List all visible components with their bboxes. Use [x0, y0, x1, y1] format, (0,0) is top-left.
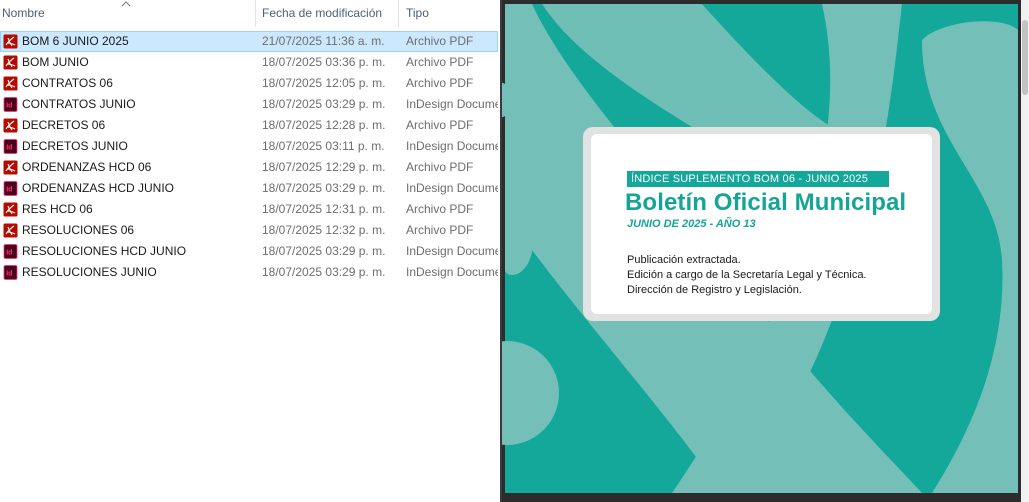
file-type: InDesign Document	[406, 265, 498, 279]
file-type: Archivo PDF	[406, 55, 474, 69]
file-type: Archivo PDF	[406, 76, 474, 90]
file-modified-date: 18/07/2025 12:29 p. m.	[262, 160, 386, 174]
file-type: Archivo PDF	[406, 34, 474, 48]
file-row[interactable]: RESOLUCIONES 06 18/07/2025 12:32 p. m. Arc…	[0, 220, 498, 241]
file-name: BOM JUNIO	[22, 55, 89, 69]
svg-text:Id: Id	[6, 103, 12, 110]
pdf-icon	[3, 223, 18, 238]
explorer-window: Nombre Fecha de modificación Tipo BOM 6 …	[0, 0, 1029, 502]
file-modified-date: 18/07/2025 12:31 p. m.	[262, 202, 386, 216]
bulletin-description: Publicación extractada. Edición a cargo …	[627, 253, 867, 298]
file-type: InDesign Document	[406, 181, 498, 195]
indesign-icon: Id	[3, 139, 18, 154]
file-modified-date: 18/07/2025 03:29 p. m.	[262, 244, 386, 258]
supplement-banner: ÍNDICE SUPLEMENTO BOM 06 - JUNIO 2025	[627, 171, 889, 187]
cover-card-inner: ÍNDICE SUPLEMENTO BOM 06 - JUNIO 2025 Bo…	[591, 134, 932, 314]
svg-text:Id: Id	[6, 145, 12, 152]
file-name: DECRETOS JUNIO	[22, 139, 128, 153]
file-row[interactable]: BOM 6 JUNIO 2025 21/07/2025 11:36 a. m. Ar…	[0, 31, 498, 52]
bulletin-subtitle: JUNIO DE 2025 - AÑO 13	[627, 218, 756, 230]
file-modified-date: 18/07/2025 03:29 p. m.	[262, 181, 386, 195]
file-name: BOM 6 JUNIO 2025	[22, 34, 129, 48]
file-name: RESOLUCIONES HCD JUNIO	[22, 244, 187, 258]
pdf-icon	[3, 76, 18, 91]
file-row[interactable]: Id CONTRATOS JUNIO 18/07/2025 03:29 p. m. I…	[0, 94, 498, 115]
file-type: InDesign Document	[406, 244, 498, 258]
preview-scrollbar-thumb[interactable]	[1022, 20, 1028, 95]
sort-ascending-icon	[121, 1, 131, 7]
file-modified-date: 18/07/2025 12:05 p. m.	[262, 76, 386, 90]
file-name: ORDENANZAS HCD 06	[22, 160, 152, 174]
file-name: DECRETOS 06	[22, 118, 106, 132]
file-type: InDesign Document	[406, 97, 498, 111]
column-header-date[interactable]: Fecha de modificación	[256, 0, 404, 27]
file-modified-date: 18/07/2025 12:32 p. m.	[262, 223, 386, 237]
file-type: Archivo PDF	[406, 118, 474, 132]
file-list-pane: Nombre Fecha de modificación Tipo BOM 6 …	[0, 0, 500, 502]
column-header-type[interactable]: Tipo	[399, 0, 500, 27]
indesign-icon: Id	[3, 181, 18, 196]
pdf-icon	[3, 160, 18, 175]
indesign-icon: Id	[3, 244, 18, 259]
file-row[interactable]: Id DECRETOS JUNIO 18/07/2025 03:11 p. m. In…	[0, 136, 498, 157]
file-name: RESOLUCIONES 06	[22, 223, 135, 237]
svg-text:Id: Id	[6, 187, 12, 194]
file-row[interactable]: BOM JUNIO 18/07/2025 03:36 p. m. Archivo P…	[0, 52, 498, 73]
file-modified-date: 18/07/2025 12:28 p. m.	[262, 118, 386, 132]
description-line: Edición a cargo de la Secretaría Legal y…	[627, 269, 867, 281]
file-row[interactable]: Id RESOLUCIONES JUNIO 18/07/2025 03:29 p. …	[0, 262, 498, 283]
file-row[interactable]: ORDENANZAS HCD 06 18/07/2025 12:29 p. m. A…	[0, 157, 498, 178]
file-modified-date: 18/07/2025 03:29 p. m.	[262, 265, 386, 279]
file-row[interactable]: RES HCD 06 18/07/2025 12:31 p. m. Archivo …	[0, 199, 498, 220]
file-modified-date: 18/07/2025 03:29 p. m.	[262, 97, 386, 111]
cover-card: ÍNDICE SUPLEMENTO BOM 06 - JUNIO 2025 Bo…	[583, 127, 940, 321]
pdf-icon	[3, 55, 18, 70]
indesign-icon: Id	[3, 97, 18, 112]
file-modified-date: 21/07/2025 11:36 a. m.	[262, 34, 385, 48]
file-type: Archivo PDF	[406, 160, 474, 174]
file-name: CONTRATOS JUNIO	[22, 97, 136, 111]
file-name: CONTRATOS 06	[22, 76, 113, 90]
file-list: BOM 6 JUNIO 2025 21/07/2025 11:36 a. m. Ar…	[0, 31, 500, 283]
pdf-icon	[3, 202, 18, 217]
svg-text:Id: Id	[6, 250, 12, 257]
file-name: ORDENANZAS HCD JUNIO	[22, 181, 175, 195]
svg-text:Id: Id	[6, 271, 12, 278]
file-row[interactable]: DECRETOS 06 18/07/2025 12:28 p. m. Archivo…	[0, 115, 498, 136]
file-row[interactable]: Id ORDENANZAS HCD JUNIO 18/07/2025 03:29 p…	[0, 178, 498, 199]
file-modified-date: 18/07/2025 03:36 p. m.	[262, 55, 386, 69]
pdf-icon	[3, 118, 18, 133]
indesign-icon: Id	[3, 265, 18, 280]
bulletin-title: Boletín Oficial Municipal	[625, 189, 907, 216]
file-type: InDesign Document	[406, 139, 498, 153]
file-type: Archivo PDF	[406, 223, 474, 237]
file-name: RES HCD 06	[22, 202, 93, 216]
file-row[interactable]: Id RESOLUCIONES HCD JUNIO 18/07/2025 03:29…	[0, 241, 498, 262]
column-header-bar: Nombre Fecha de modificación Tipo	[0, 0, 500, 27]
file-type: Archivo PDF	[406, 202, 474, 216]
pdf-icon	[3, 34, 18, 49]
description-line: Publicación extractada.	[627, 254, 741, 266]
file-row[interactable]: CONTRATOS 06 18/07/2025 12:05 p. m. Archiv…	[0, 73, 498, 94]
file-modified-date: 18/07/2025 03:11 p. m.	[262, 139, 385, 153]
description-line: Dirección de Registro y Legislación.	[627, 284, 802, 296]
file-name: RESOLUCIONES JUNIO	[22, 265, 157, 279]
